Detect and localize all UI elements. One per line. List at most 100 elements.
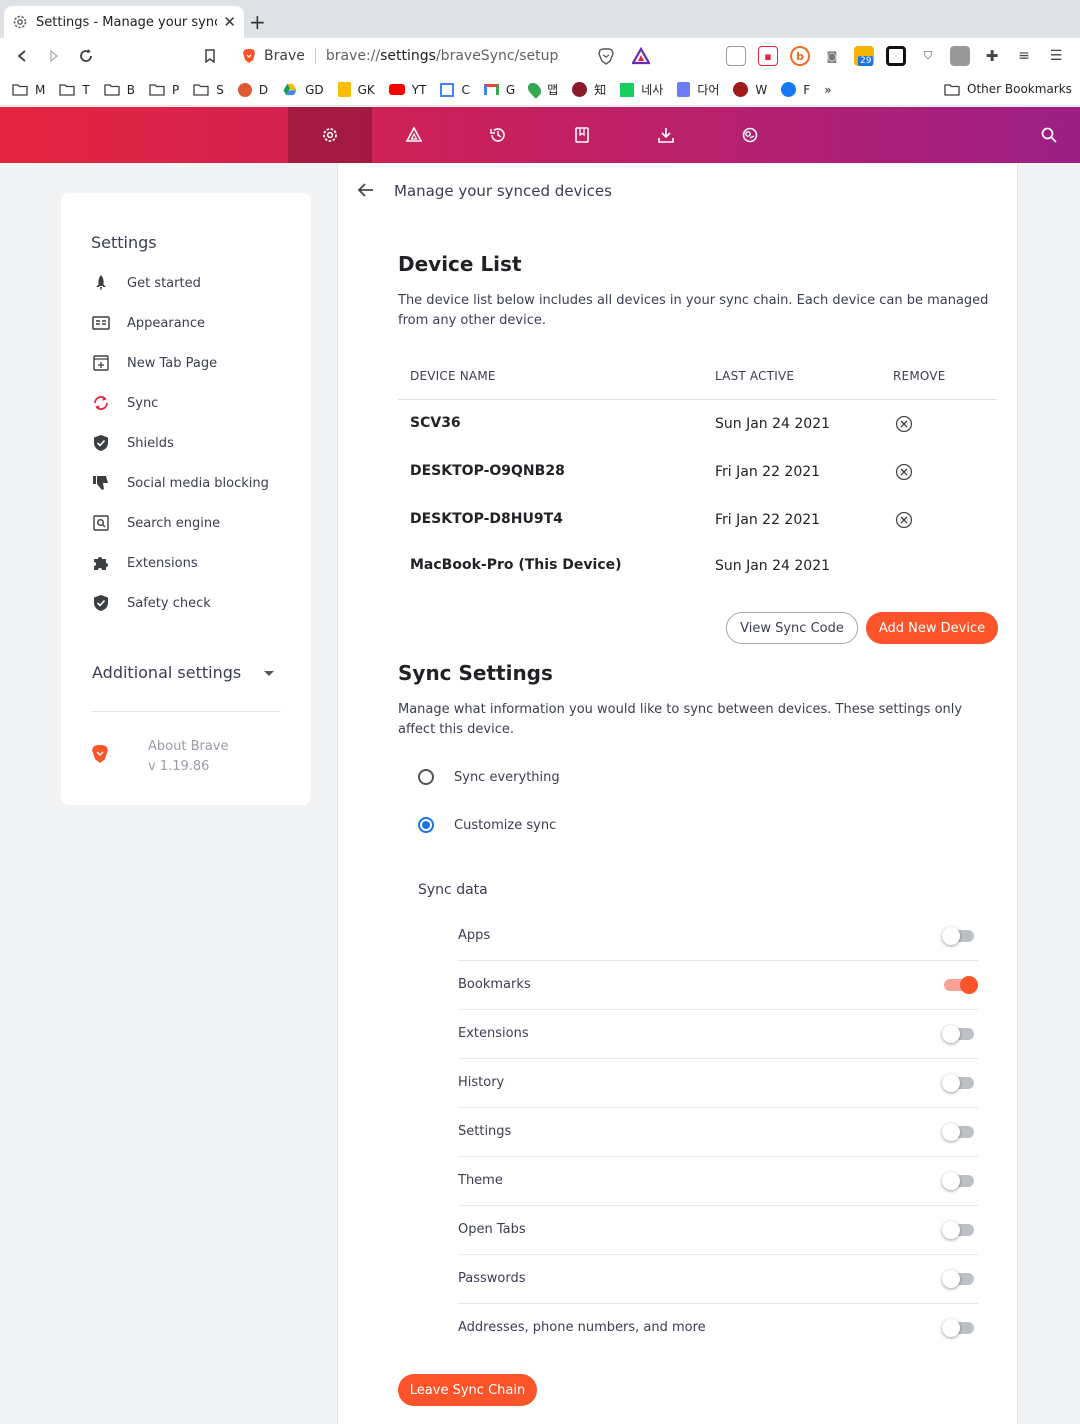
nav-history[interactable] (456, 107, 540, 163)
radio-button-selected[interactable] (418, 817, 434, 833)
media-control-icon[interactable]: ≡ (1014, 46, 1034, 66)
radio-button[interactable] (418, 769, 434, 785)
url-text: brave://settings/braveSync/setup (325, 48, 559, 64)
sync-toggle[interactable] (942, 1025, 974, 1043)
ext-b-icon[interactable]: b (790, 46, 810, 66)
bookmark-item[interactable]: YT (388, 83, 426, 97)
brave-lion-icon (243, 49, 255, 63)
chevron-down-icon[interactable] (264, 671, 274, 676)
sidebar-item-extensions[interactable]: Extensions (91, 551, 198, 575)
sync-toggle[interactable] (944, 976, 978, 994)
ext-raindrop-icon[interactable]: ▪ (758, 46, 778, 66)
puzzle-icon (91, 553, 111, 573)
back-icon[interactable] (10, 44, 34, 68)
address-bar[interactable]: Brave brave://settings/braveSync/setup (232, 42, 660, 70)
add-new-device-button[interactable]: Add New Device (866, 612, 998, 644)
bookmark-item[interactable]: 知 (572, 81, 606, 98)
ext-badge-icon[interactable]: 29 (854, 46, 874, 66)
sidebar-item-sync[interactable]: Sync (91, 391, 158, 415)
bookmarks-icon (575, 127, 589, 143)
about-brave[interactable]: About Brave v 1.19.86 (148, 737, 229, 777)
thumbs-down-icon (91, 473, 111, 493)
bookmark-item[interactable]: F (781, 82, 810, 97)
bookmark-item[interactable]: GK (337, 82, 375, 97)
bookmark-item[interactable]: P (149, 83, 179, 97)
nav-settings[interactable] (288, 107, 372, 163)
brave-shields-icon[interactable] (597, 47, 615, 69)
radio-customize-sync[interactable]: Customize sync (418, 817, 556, 833)
ext-square-icon[interactable] (886, 46, 906, 66)
nav-bookmarks[interactable] (540, 107, 624, 163)
bookmark-item[interactable]: GD (282, 83, 324, 97)
sync-toggle[interactable] (942, 1172, 974, 1190)
url-separator (314, 48, 316, 64)
sidebar-item-appearance[interactable]: Appearance (91, 311, 205, 335)
other-bookmarks[interactable]: Other Bookmarks (944, 82, 1072, 96)
view-sync-code-button[interactable]: View Sync Code (726, 612, 858, 644)
toggle-knob (942, 1123, 960, 1141)
sync-item-row: Bookmarks (458, 961, 978, 1010)
sidebar-item-search-engine[interactable]: Search engine (91, 511, 220, 535)
sync-toggle[interactable] (942, 1319, 974, 1337)
sync-item-row: Passwords (458, 1255, 978, 1304)
new-tab-icon[interactable]: + (249, 10, 266, 34)
main-menu-icon[interactable]: ☰ (1046, 46, 1066, 66)
ext-avatar-icon[interactable] (950, 46, 970, 66)
device-name: MacBook-Pro (This Device) (410, 557, 622, 573)
sync-data-heading: Sync data (418, 882, 488, 898)
back-arrow-icon[interactable] (357, 181, 374, 202)
ext-stack-icon[interactable] (726, 46, 746, 66)
tab-settings[interactable]: Settings - Manage your synced devices ✕ (4, 6, 244, 38)
extensions-puzzle-icon[interactable]: ✚ (982, 46, 1002, 66)
brave-rewards-icon[interactable] (631, 46, 651, 69)
sidebar-item-safety-check[interactable]: Safety check (91, 591, 211, 615)
nav-downloads[interactable] (624, 107, 708, 163)
sync-toggle[interactable] (942, 927, 974, 945)
remove-device-icon[interactable] (895, 415, 913, 433)
bookmark-item[interactable]: S (193, 83, 224, 97)
leave-sync-chain-button[interactable]: Leave Sync Chain (398, 1374, 537, 1406)
sync-toggle[interactable] (942, 1123, 974, 1141)
bookmark-item[interactable]: G (483, 83, 515, 97)
bookmark-item[interactable]: D (237, 82, 268, 97)
forward-icon[interactable] (42, 44, 66, 68)
bookmark-item[interactable]: M (12, 83, 45, 97)
bookmark-item[interactable]: 맵 (525, 80, 558, 99)
bookmark-item[interactable]: C (440, 82, 470, 97)
bookmarks-bar: M T B P S D GD GK YT C G 맵 知 네사 다어 W F »… (0, 74, 1080, 106)
ext-pocket-icon[interactable]: ⛉ (918, 46, 938, 66)
sidebar-item-label: Safety check (127, 595, 211, 611)
bookmark-item[interactable]: B (104, 83, 135, 97)
toggle-knob (942, 1319, 960, 1337)
sync-toggle[interactable] (942, 1270, 974, 1288)
nav-search[interactable] (1007, 107, 1080, 163)
sidebar-item-label: Search engine (127, 515, 221, 531)
nav-rewards[interactable] (372, 107, 456, 163)
sidebar-title: Settings (91, 233, 157, 252)
ext-camera-icon[interactable]: ◙ (822, 46, 842, 66)
sidebar-item-social-media-blocking[interactable]: Social media blocking (91, 471, 269, 495)
nav-wallet[interactable] (708, 107, 792, 163)
sidebar-item-shields[interactable]: Shields (91, 431, 174, 455)
remove-device-icon[interactable] (895, 511, 913, 529)
sync-toggle[interactable] (942, 1221, 974, 1239)
bookmark-item[interactable]: W (733, 82, 767, 97)
sidebar-item-new-tab-page[interactable]: New Tab Page (91, 351, 217, 375)
close-tab-icon[interactable]: ✕ (223, 13, 236, 31)
bookmark-item[interactable]: 네사 (620, 81, 663, 98)
device-list-description: The device list below includes all devic… (398, 293, 989, 328)
bookmark-item[interactable]: T (59, 83, 90, 97)
reload-icon[interactable] (74, 44, 98, 68)
device-last-active: Fri Jan 22 2021 (715, 464, 821, 480)
remove-device-icon[interactable] (895, 463, 913, 481)
sync-toggle[interactable] (942, 1074, 974, 1092)
bookmarks-overflow[interactable]: » (824, 83, 831, 97)
radio-label: Customize sync (454, 817, 557, 833)
sidebar-item-label: Sync (127, 395, 159, 411)
bookmark-item[interactable]: 다어 (677, 81, 719, 98)
bookmark-page-icon[interactable] (198, 44, 222, 68)
additional-settings[interactable]: Additional settings (92, 663, 241, 682)
sidebar-item-get-started[interactable]: Get started (91, 271, 201, 295)
radio-sync-everything[interactable]: Sync everything (418, 769, 560, 785)
korean-dict-icon (620, 82, 635, 97)
